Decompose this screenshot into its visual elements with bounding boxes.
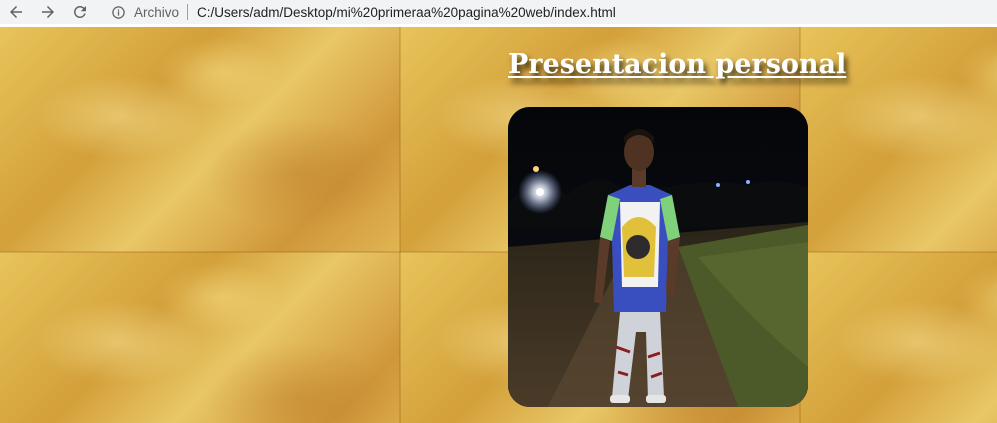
arrow-left-icon bbox=[10, 6, 22, 18]
background-tile-seam bbox=[0, 251, 997, 253]
page-title: Presentacion personal bbox=[508, 49, 847, 80]
info-icon[interactable] bbox=[108, 2, 128, 22]
background-tile-seam bbox=[399, 27, 401, 423]
back-button[interactable] bbox=[0, 0, 32, 24]
arrow-right-icon bbox=[42, 6, 54, 18]
url-text[interactable]: C:/Users/adm/Desktop/mi%20primeraa%20pag… bbox=[197, 5, 616, 20]
site-scheme-label: Archivo bbox=[134, 4, 180, 20]
browser-toolbar: Archivo C:/Users/adm/Desktop/mi%20primer… bbox=[0, 0, 997, 24]
page-content: Presentacion personal bbox=[0, 27, 997, 423]
reload-icon bbox=[73, 5, 86, 18]
address-bar[interactable]: Archivo C:/Users/adm/Desktop/mi%20primer… bbox=[108, 0, 997, 24]
profile-photo bbox=[508, 107, 808, 407]
reload-button[interactable] bbox=[64, 0, 96, 24]
forward-button[interactable] bbox=[32, 0, 64, 24]
person-photo-image bbox=[508, 107, 808, 407]
address-divider bbox=[187, 4, 189, 20]
